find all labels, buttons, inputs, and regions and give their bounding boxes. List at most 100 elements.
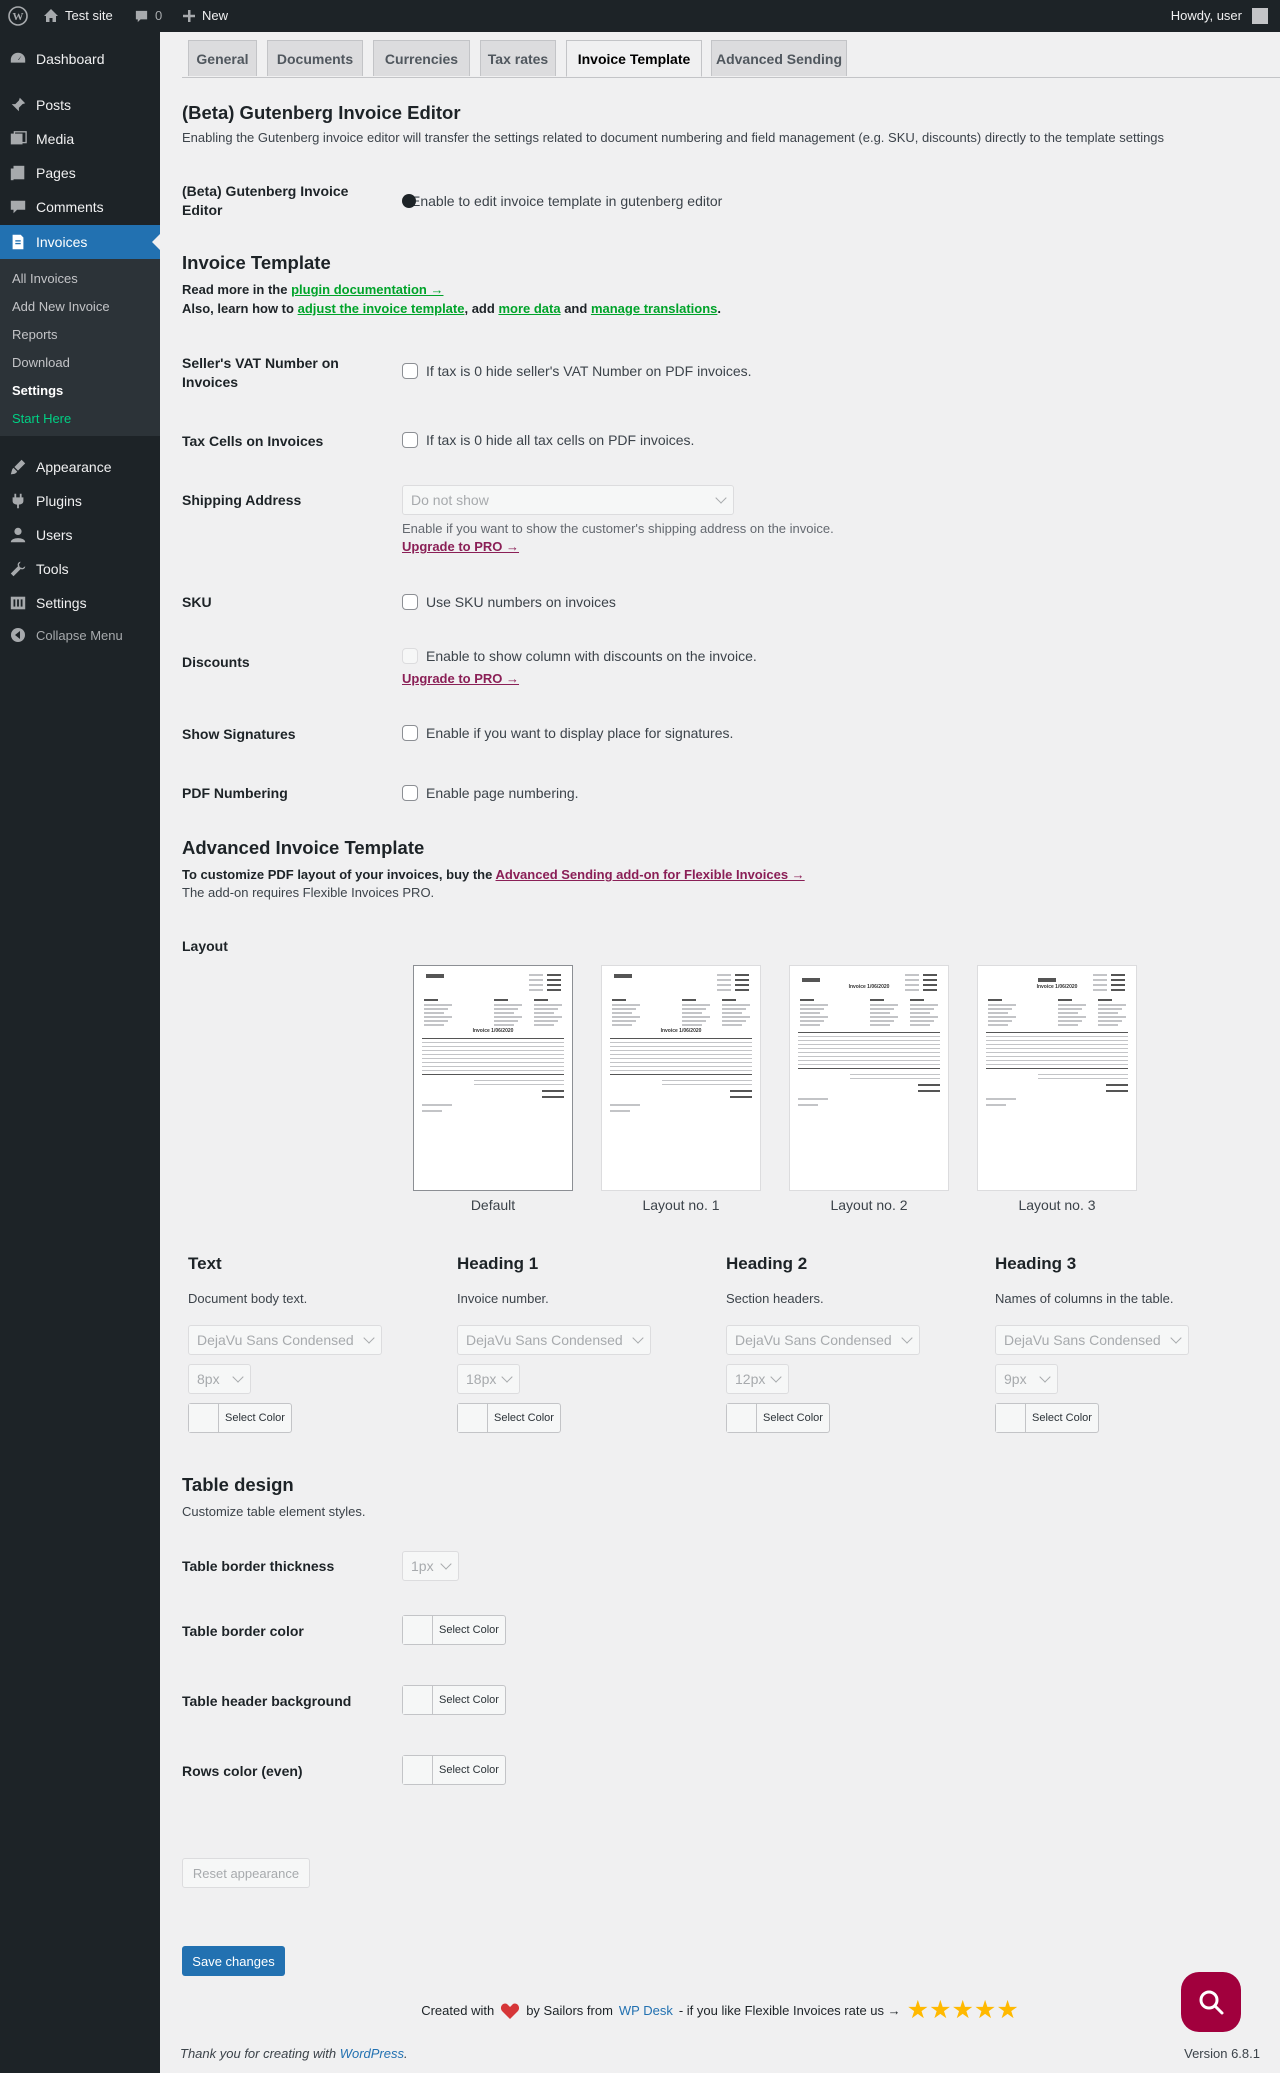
header-bg-label: Table header background bbox=[182, 1693, 352, 1709]
font-size-select[interactable]: 9px bbox=[995, 1364, 1058, 1394]
save-changes-button[interactable]: Save changes bbox=[182, 1946, 285, 1976]
font-family-select[interactable]: DejaVu Sans Condensed bbox=[457, 1325, 651, 1355]
menu-pages[interactable]: Pages bbox=[0, 156, 160, 190]
star-icon[interactable]: ★ bbox=[929, 1996, 951, 2024]
font-color-button[interactable]: Select Color bbox=[726, 1403, 830, 1433]
menu-appearance[interactable]: Appearance bbox=[0, 450, 160, 484]
upgrade-pro-link-shipping[interactable]: Upgrade to PRO → bbox=[402, 539, 519, 554]
layout-thumb-1[interactable]: Invoice 1/06/2020 bbox=[601, 965, 761, 1191]
advanced-sending-addon-link[interactable]: Advanced Sending add-on for Flexible Inv… bbox=[496, 867, 805, 882]
toggle-knob[interactable] bbox=[402, 194, 416, 208]
signatures-checkbox[interactable] bbox=[402, 725, 418, 741]
help-search-button[interactable] bbox=[1181, 1972, 1241, 2032]
wpdesk-link[interactable]: WP Desk bbox=[619, 2003, 673, 2018]
comments-link[interactable]: 0 bbox=[134, 0, 162, 32]
tax-cells-checkbox[interactable] bbox=[402, 432, 418, 448]
font-size-select[interactable]: 18px bbox=[457, 1364, 520, 1394]
preview-line bbox=[682, 1012, 702, 1014]
star-icon[interactable]: ★ bbox=[952, 1996, 974, 2024]
menu-label: Appearance bbox=[36, 459, 112, 475]
preview-line bbox=[610, 1038, 752, 1039]
pdf-numbering-checkbox[interactable] bbox=[402, 785, 418, 801]
tab-documents[interactable]: Documents bbox=[267, 40, 363, 76]
font-family-select[interactable]: DejaVu Sans Condensed bbox=[726, 1325, 920, 1355]
star-icon[interactable]: ★ bbox=[907, 1996, 929, 2024]
wordpress-link[interactable]: WordPress bbox=[340, 2046, 404, 2061]
tab-invoice-template[interactable]: Invoice Template bbox=[566, 40, 702, 77]
rows-color-button[interactable]: Select Color bbox=[402, 1755, 506, 1785]
read-more-line: Read more in the plugin documentation → bbox=[182, 282, 443, 297]
collapse-menu-button[interactable]: Collapse Menu bbox=[0, 620, 160, 650]
vat-checkbox[interactable] bbox=[402, 363, 418, 379]
site-name-link[interactable]: Test site bbox=[43, 0, 113, 32]
layout-thumb-2[interactable]: Invoice 1/06/2020 bbox=[789, 965, 949, 1191]
gutenberg-toggle-field[interactable]: Enable to edit invoice template in guten… bbox=[402, 193, 722, 209]
shipping-select[interactable]: Do not show bbox=[402, 485, 734, 515]
menu-settings[interactable]: Settings bbox=[0, 586, 160, 620]
submenu-download[interactable]: Download bbox=[12, 355, 70, 370]
submenu-all-invoices[interactable]: All Invoices bbox=[12, 271, 78, 286]
font-size-select[interactable]: 12px bbox=[726, 1364, 789, 1394]
font-color-button[interactable]: Select Color bbox=[457, 1403, 561, 1433]
preview-line bbox=[424, 1024, 444, 1026]
collapse-icon bbox=[0, 627, 36, 643]
reset-appearance-button[interactable]: Reset appearance bbox=[182, 1858, 310, 1888]
menu-media[interactable]: Media bbox=[0, 122, 160, 156]
preview-line bbox=[422, 1042, 564, 1043]
upgrade-pro-link-discounts[interactable]: Upgrade to PRO → bbox=[402, 671, 519, 686]
select-color-text: Select Color bbox=[225, 1412, 285, 1424]
border-thickness-select[interactable]: 1px bbox=[402, 1551, 459, 1581]
rating-stars[interactable]: ★★★★★ bbox=[907, 1998, 1019, 2023]
my-account-link[interactable]: Howdy, user bbox=[1171, 0, 1268, 32]
preview-invoice-heading: Invoice 1/06/2020 bbox=[848, 984, 890, 990]
sku-checkbox[interactable] bbox=[402, 594, 418, 610]
preview-line bbox=[610, 1050, 752, 1051]
submenu-reports[interactable]: Reports bbox=[12, 327, 58, 342]
font-family-select[interactable]: DejaVu Sans Condensed bbox=[188, 1325, 382, 1355]
star-icon[interactable]: ★ bbox=[996, 1996, 1018, 2024]
preview-line bbox=[800, 1016, 828, 1018]
user-icon bbox=[0, 526, 36, 544]
adjust-template-link[interactable]: adjust the invoice template bbox=[298, 301, 465, 316]
discounts-checkbox[interactable] bbox=[402, 648, 418, 664]
font-size-select[interactable]: 8px bbox=[188, 1364, 251, 1394]
submenu-settings[interactable]: Settings bbox=[12, 383, 63, 398]
star-icon[interactable]: ★ bbox=[974, 1996, 996, 2024]
menu-posts[interactable]: Posts bbox=[0, 88, 160, 122]
layout-thumb-3[interactable]: Invoice 1/06/2020 bbox=[977, 965, 1137, 1191]
font-color-button[interactable]: Select Color bbox=[188, 1403, 292, 1433]
new-content-link[interactable]: New bbox=[182, 0, 228, 32]
sku-text: Use SKU numbers on invoices bbox=[426, 594, 616, 610]
menu-tools[interactable]: Tools bbox=[0, 552, 160, 586]
shipping-label: Shipping Address bbox=[182, 492, 302, 508]
plugin-documentation-link[interactable]: plugin documentation → bbox=[291, 282, 443, 297]
tab-advanced-sending[interactable]: Advanced Sending bbox=[711, 40, 847, 76]
submenu-start-here[interactable]: Start Here bbox=[12, 411, 71, 426]
tab-currencies[interactable]: Currencies bbox=[373, 40, 470, 76]
preview-line bbox=[988, 1012, 1008, 1014]
preview-line bbox=[870, 1012, 890, 1014]
tab-general[interactable]: General bbox=[188, 40, 257, 76]
menu-comments[interactable]: Comments bbox=[0, 190, 160, 224]
submenu-add-new-invoice[interactable]: Add New Invoice bbox=[12, 299, 110, 314]
menu-invoices[interactable]: Invoices bbox=[0, 225, 160, 259]
font-family-select[interactable]: DejaVu Sans Condensed bbox=[995, 1325, 1189, 1355]
border-color-button[interactable]: Select Color bbox=[402, 1615, 506, 1645]
preview-line bbox=[735, 974, 749, 976]
preview-line bbox=[422, 1062, 564, 1063]
comment-icon bbox=[0, 198, 36, 216]
header-bg-color-button[interactable]: Select Color bbox=[402, 1685, 506, 1715]
layout-thumb-default[interactable]: Invoice 1/06/2020 bbox=[413, 965, 573, 1191]
more-data-link[interactable]: more data bbox=[498, 301, 560, 316]
preview-line bbox=[612, 1008, 636, 1010]
menu-dashboard[interactable]: Dashboard bbox=[0, 42, 160, 76]
tab-tax-rates[interactable]: Tax rates bbox=[480, 40, 556, 76]
preview-line bbox=[612, 1012, 632, 1014]
preview-line bbox=[1098, 1024, 1118, 1026]
menu-plugins[interactable]: Plugins bbox=[0, 484, 160, 518]
manage-translations-link[interactable]: manage translations bbox=[591, 301, 717, 316]
menu-users[interactable]: Users bbox=[0, 518, 160, 552]
preview-line bbox=[802, 978, 820, 982]
font-color-button[interactable]: Select Color bbox=[995, 1403, 1099, 1433]
wordpress-logo-icon[interactable]: W bbox=[8, 0, 28, 32]
